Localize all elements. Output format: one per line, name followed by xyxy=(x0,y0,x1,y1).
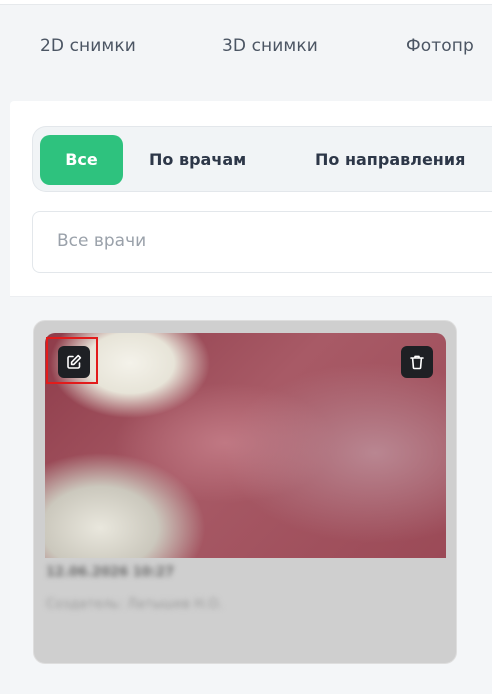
delete-button[interactable] xyxy=(401,346,433,378)
edit-icon xyxy=(67,354,82,369)
doctor-select-placeholder: Все врачи xyxy=(57,231,147,251)
image-date: 12.06.2026 10:27 xyxy=(46,565,175,580)
image-card[interactable]: 12.06.2026 10:27 Создатель: Латышев Н.О. xyxy=(33,320,457,664)
filter-panel: Все По врачам По направления Все врачи xyxy=(10,101,492,297)
image-type-tabs: 2D снимки 3D снимки Фотопр xyxy=(0,36,492,68)
edit-button[interactable] xyxy=(58,346,90,378)
tab-photos[interactable]: Фотопр xyxy=(406,36,474,56)
images-grid: 12.06.2026 10:27 Создатель: Латышев Н.О. xyxy=(10,297,492,694)
filter-by-referrals-button[interactable]: По направления xyxy=(315,135,465,185)
trash-icon xyxy=(410,355,424,370)
tab-2d-images[interactable]: 2D снимки xyxy=(40,36,136,56)
intraoral-photo[interactable] xyxy=(45,333,446,558)
tab-3d-images[interactable]: 3D снимки xyxy=(222,36,318,56)
filter-all-button[interactable]: Все xyxy=(40,135,123,185)
doctor-select[interactable]: Все врачи xyxy=(32,211,492,273)
filter-segmented-control: Все По врачам По направления xyxy=(32,126,492,192)
image-author: Создатель: Латышев Н.О. xyxy=(46,597,223,612)
top-strip xyxy=(0,0,492,5)
filter-by-doctors-button[interactable]: По врачам xyxy=(149,135,246,185)
